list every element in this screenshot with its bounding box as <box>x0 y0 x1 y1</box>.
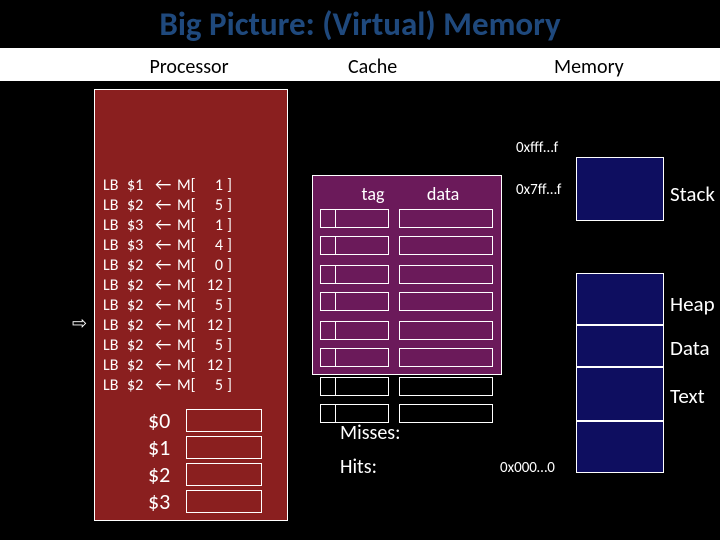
mem-label-stack: Stack <box>670 181 715 207</box>
register-row: $2 <box>148 461 262 488</box>
processor-header: Processor <box>94 55 284 79</box>
instruction-row: LB$2←M[5] <box>103 374 237 394</box>
mem-region-text <box>576 367 664 421</box>
instruction-row: LB$2←M[5] <box>103 294 237 314</box>
cache-data-cell <box>399 348 493 367</box>
mem-region-data <box>576 325 664 367</box>
cache-line <box>320 321 493 340</box>
cache-valid-bit <box>320 209 336 228</box>
instruction-row: LB$2←M[12] <box>103 314 237 334</box>
cache-header: Cache <box>348 55 397 79</box>
mem-addr-bottom: 0x000…0 <box>500 459 555 477</box>
cache-valid-bit <box>320 265 336 284</box>
cache-data-cell <box>399 321 493 340</box>
memory-header: Memory <box>554 55 624 79</box>
cache-valid-bit <box>320 292 336 311</box>
cache-data-header: data <box>404 183 474 205</box>
cache-tag-cell <box>336 209 389 228</box>
cache-tag-cell <box>336 265 389 284</box>
misses-label: Misses: <box>340 421 400 445</box>
current-instruction-pointer: ⇨ <box>72 312 87 334</box>
register-value-box <box>186 409 262 432</box>
hits-label: Hits: <box>340 455 377 479</box>
cache-valid-bit <box>320 321 336 340</box>
mem-label-data: Data <box>670 335 710 361</box>
cache-line <box>320 236 493 255</box>
cache-tag-cell <box>336 236 389 255</box>
instruction-row: LB$1←M[1] <box>103 174 237 194</box>
mem-addr-top: 0xfff…f <box>516 139 558 157</box>
cache-line <box>320 209 493 228</box>
slide-title: Big Picture: (Virtual) Memory <box>0 0 720 44</box>
register-value-box <box>186 463 262 486</box>
mem-addr-mid: 0x7ff…f <box>516 181 561 199</box>
cache-line <box>320 292 493 311</box>
mem-region-bottom <box>576 421 664 473</box>
cache-tag-cell <box>336 321 389 340</box>
cache-data-cell <box>399 377 493 396</box>
cache-data-cell <box>399 236 493 255</box>
cache-valid-bit <box>320 236 336 255</box>
instruction-row: LB$2←M[5] <box>103 334 237 354</box>
instruction-row: LB$2←M[12] <box>103 354 237 374</box>
instruction-row: LB$2←M[5] <box>103 194 237 214</box>
cache-line <box>320 348 493 367</box>
register-row: $0 <box>148 407 262 434</box>
instruction-row: LB$3←M[4] <box>103 234 237 254</box>
cache-tag-cell <box>336 292 389 311</box>
instruction-row: LB$2←M[0] <box>103 254 237 274</box>
cache-valid-bit <box>320 404 336 423</box>
cache-data-cell <box>399 265 493 284</box>
mem-label-heap: Heap <box>670 291 715 317</box>
diagram-stage: Processor Cache Memory LB$1←M[1]LB$2←M[5… <box>0 81 720 536</box>
mem-label-text: Text <box>670 383 705 409</box>
cache-line <box>320 377 493 396</box>
register-file: $0$1$2$3 <box>148 407 262 515</box>
cache-tag-cell <box>336 377 389 396</box>
mem-region-heap <box>576 273 664 325</box>
register-value-box <box>186 436 262 459</box>
register-row: $3 <box>148 488 262 515</box>
cache-tag-cell <box>336 348 389 367</box>
instruction-row: LB$3←M[1] <box>103 214 237 234</box>
cache-data-cell <box>399 292 493 311</box>
cache-sets <box>320 209 493 433</box>
cache-valid-bit <box>320 348 336 367</box>
cache-line <box>320 265 493 284</box>
mem-region-stack <box>576 157 664 221</box>
register-value-box <box>186 490 262 513</box>
cache-column-headers: tag data <box>346 183 474 205</box>
register-row: $1 <box>148 434 262 461</box>
cache-data-cell <box>399 209 493 228</box>
cache-tag-header: tag <box>346 183 400 205</box>
cache-data-cell <box>399 404 493 423</box>
cache-valid-bit <box>320 377 336 396</box>
instruction-list: LB$1←M[1]LB$2←M[5]LB$3←M[1]LB$3←M[4]LB$2… <box>103 174 237 394</box>
instruction-row: LB$2←M[12] <box>103 274 237 294</box>
